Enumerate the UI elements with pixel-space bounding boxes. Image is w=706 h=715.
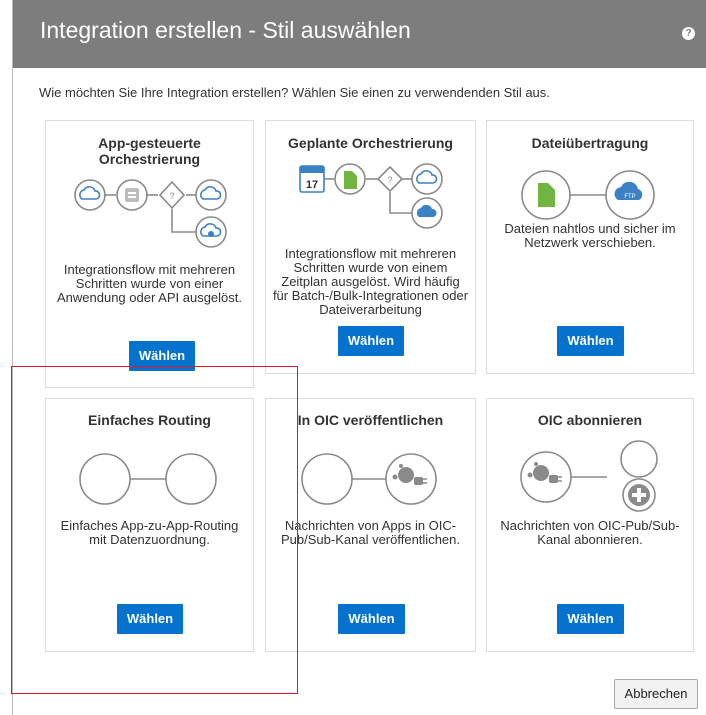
card-title: OIC abonnieren bbox=[537, 412, 643, 428]
app-driven-orchestration-icon: ? bbox=[46, 175, 253, 270]
card-title: App-gesteuerte Orchestrierung bbox=[98, 135, 201, 167]
basic-routing-icon bbox=[46, 447, 253, 509]
create-integration-dialog: Integration erstellen - Stil auswählen ?… bbox=[12, 0, 706, 715]
svg-text:?: ? bbox=[387, 175, 392, 185]
card-title: Einfaches Routing bbox=[88, 412, 211, 428]
card-title: In OIC veröffentlichen bbox=[297, 412, 444, 428]
style-card-file-transfer[interactable]: Dateiübertragung FTP Dateien nahtlos und… bbox=[486, 120, 694, 374]
style-card-publish-oic[interactable]: In OIC veröffentlichen Nachrichten von A… bbox=[265, 398, 476, 652]
select-file-transfer-button[interactable]: Wählen bbox=[557, 326, 624, 356]
card-description: Dateien nahtlos und sicher im Netzwerk v… bbox=[504, 221, 676, 250]
style-card-scheduled[interactable]: Geplante Orchestrierung 17 ? Integration… bbox=[265, 120, 476, 374]
cancel-button[interactable]: Abbrechen bbox=[614, 679, 698, 709]
file-transfer-icon: FTP bbox=[487, 165, 693, 225]
intro-text: Wie möchten Sie Ihre Integration erstell… bbox=[39, 85, 550, 100]
card-description: Nachrichten von Apps in OIC-Pub/Sub-Kana… bbox=[281, 518, 460, 547]
select-publish-oic-button[interactable]: Wählen bbox=[338, 604, 405, 634]
calendar-day: 17 bbox=[306, 179, 318, 191]
dialog-header: Integration erstellen - Stil auswählen ? bbox=[13, 0, 706, 68]
select-app-driven-button[interactable]: Wählen bbox=[129, 341, 195, 371]
help-icon[interactable]: ? bbox=[682, 27, 695, 40]
card-title: Dateiübertragung bbox=[531, 135, 649, 151]
ftp-label: FTP bbox=[624, 194, 635, 200]
dialog-title: Integration erstellen - Stil auswählen bbox=[40, 17, 411, 43]
card-description: Nachrichten von OIC-Pub/Sub-Kanal abonni… bbox=[500, 518, 680, 547]
select-subscribe-oic-button[interactable]: Wählen bbox=[557, 604, 624, 634]
publish-to-oic-icon bbox=[266, 447, 475, 509]
svg-text:?: ? bbox=[169, 191, 174, 201]
select-scheduled-button[interactable]: Wählen bbox=[338, 326, 404, 356]
style-card-subscribe-oic[interactable]: OIC abonnieren Nachrichten von OIC-Pub/S… bbox=[486, 398, 694, 652]
card-description: Einfaches App-zu-App-Routing mit Datenzu… bbox=[60, 518, 239, 547]
card-description: Integrationsflow mit mehreren Schritten … bbox=[56, 262, 243, 305]
card-description: Integrationsflow mit mehreren Schritten … bbox=[272, 246, 469, 317]
style-card-app-driven[interactable]: App-gesteuerte Orchestrierung ? Integrat… bbox=[45, 120, 254, 388]
select-basic-routing-button[interactable]: Wählen bbox=[117, 604, 183, 634]
card-title: Geplante Orchestrierung bbox=[288, 135, 453, 151]
subscribe-to-oic-icon bbox=[487, 435, 693, 513]
style-card-basic-routing[interactable]: Einfaches Routing Einfaches App-zu-App-R… bbox=[45, 398, 254, 652]
scheduled-orchestration-icon: 17 ? bbox=[266, 161, 475, 236]
